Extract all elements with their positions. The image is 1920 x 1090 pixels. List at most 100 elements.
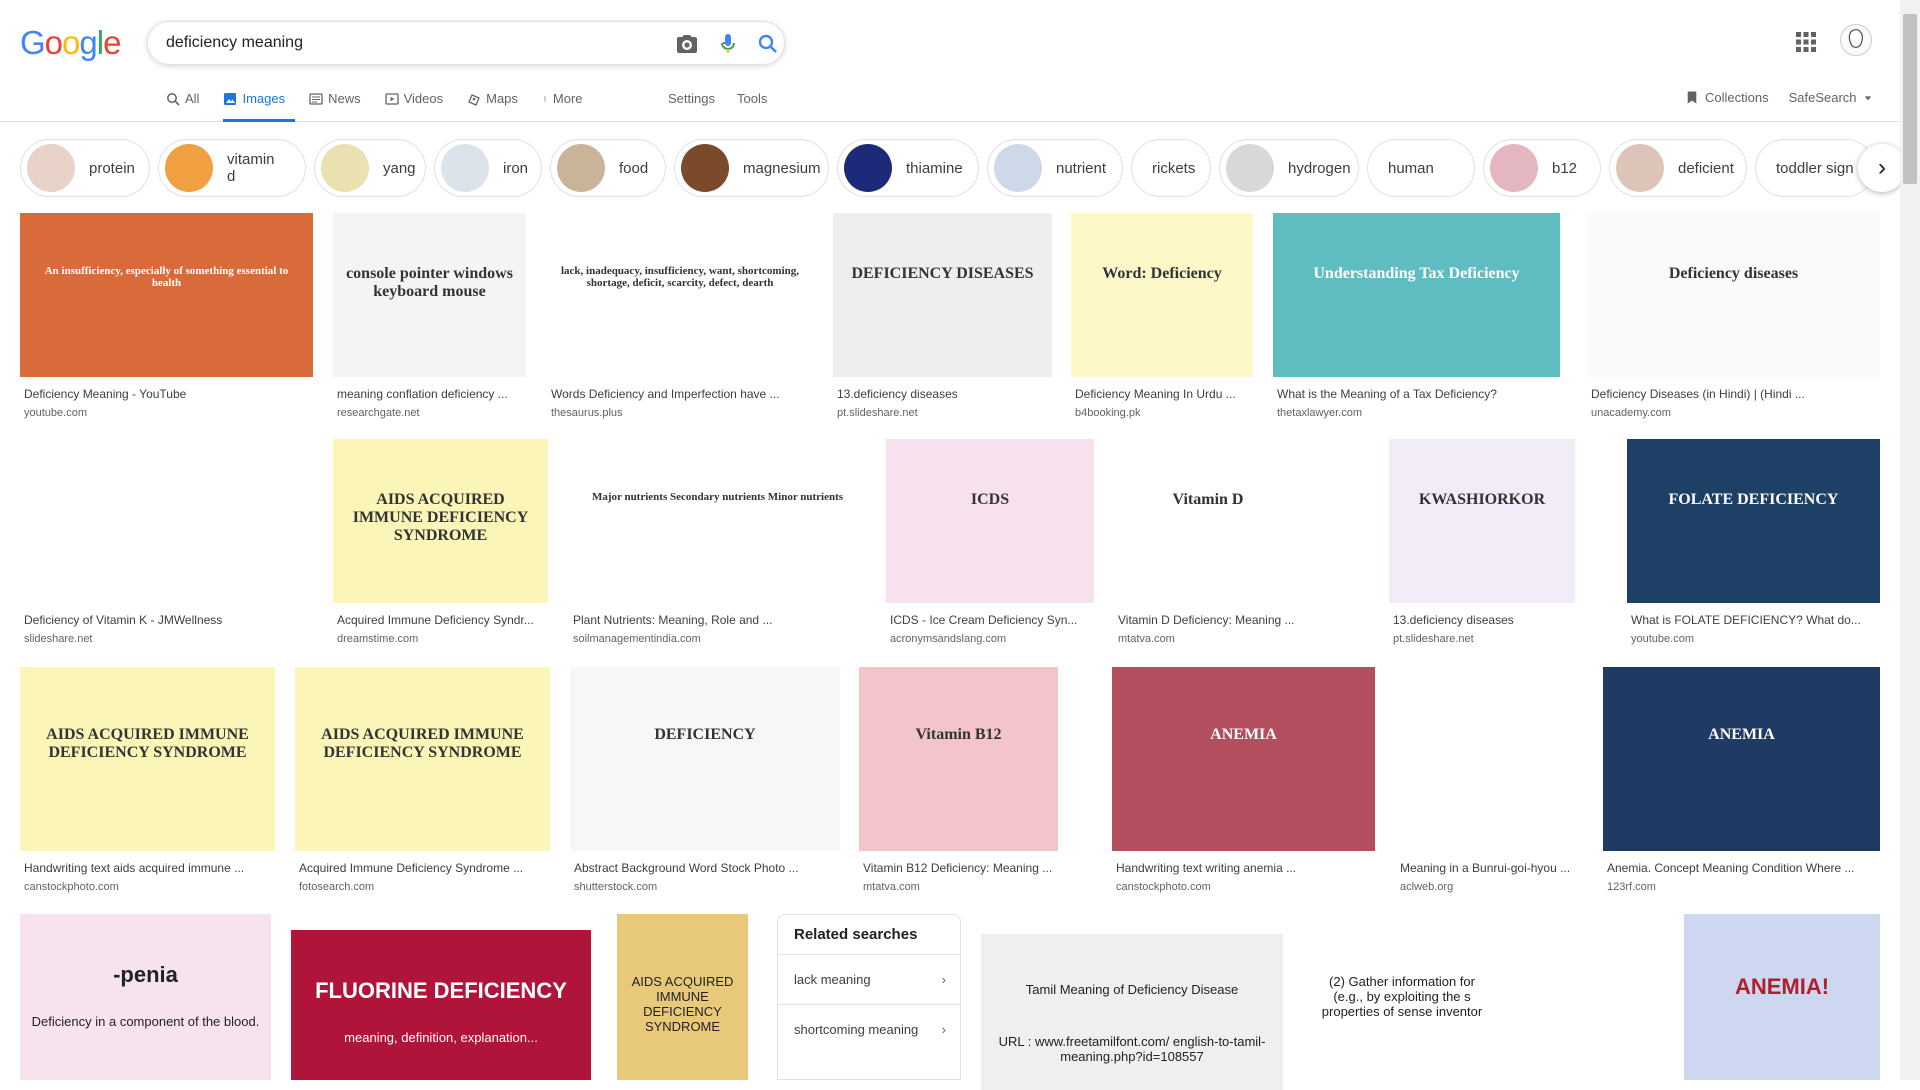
result-title[interactable]: 13.deficiency diseases [1389, 613, 1575, 627]
image-result[interactable]: ANEMIA! [1684, 914, 1880, 1080]
result-source[interactable]: canstockphoto.com [20, 881, 275, 893]
result-title[interactable]: Acquired Immune Deficiency Syndr... [333, 613, 548, 627]
result-title[interactable]: Deficiency Meaning In Urdu ... [1071, 387, 1253, 401]
result-source[interactable]: 123rf.com [1603, 881, 1880, 893]
result-thumbnail[interactable]: Vitamin D [1114, 439, 1302, 603]
result-source[interactable]: pt.slideshare.net [833, 407, 1052, 419]
image-result[interactable]: AIDS ACQUIRED IMMUNE DEFICIENCY SYNDROME… [295, 667, 550, 893]
result-thumbnail[interactable]: DEFICIENCY [570, 667, 840, 851]
result-thumbnail[interactable]: (2) Gather information for (e.g., by exp… [1304, 914, 1500, 1080]
result-thumbnail[interactable]: AIDS ACQUIRED IMMUNE DEFICIENCY SYNDROME [20, 667, 275, 851]
result-thumbnail[interactable]: Vitamin B12 [859, 667, 1058, 851]
image-result[interactable]: DEFICIENCY Abstract Background Word Stock… [570, 667, 840, 893]
result-source[interactable]: canstockphoto.com [1112, 881, 1375, 893]
result-title[interactable]: ICDS - Ice Cream Deficiency Syn... [886, 613, 1094, 627]
result-thumbnail[interactable]: AIDS ACQUIRED IMMUNE DEFICIENCY SYNDROME [333, 439, 548, 603]
result-source[interactable]: unacademy.com [1587, 407, 1880, 419]
result-thumbnail[interactable] [1396, 667, 1582, 851]
result-title[interactable]: Vitamin B12 Deficiency: Meaning ... [859, 861, 1058, 875]
image-result[interactable]: AIDS ACQUIRED IMMUNE DEFICIENCY SYNDROME… [333, 439, 548, 645]
result-source[interactable]: youtube.com [1627, 633, 1880, 645]
image-result[interactable]: Word: Deficiency Deficiency Meaning In Ur… [1071, 213, 1253, 419]
result-source[interactable]: soilmanagementindia.com [569, 633, 866, 645]
result-thumbnail[interactable]: Deficiency diseases [1587, 213, 1880, 377]
result-thumbnail[interactable]: KWASHIORKOR [1389, 439, 1575, 603]
image-result[interactable]: -penia Deficiency in a component of the b… [20, 914, 271, 1080]
image-result[interactable]: FOLATE DEFICIENCY What is FOLATE DEFICIEN… [1627, 439, 1880, 645]
result-source[interactable]: slideshare.net [20, 633, 314, 645]
scrollbar[interactable] [1900, 0, 1920, 1080]
result-title[interactable]: 13.deficiency diseases [833, 387, 1052, 401]
result-source[interactable]: shutterstock.com [570, 881, 840, 893]
image-result[interactable]: AIDS ACQUIRED IMMUNE DEFICIENCY SYNDROME… [20, 667, 275, 893]
scrollbar-thumb[interactable] [1903, 14, 1917, 184]
result-thumbnail[interactable]: ANEMIA [1603, 667, 1880, 851]
image-result[interactable]: ANEMIA Anemia. Concept Meaning Condition … [1603, 667, 1880, 893]
image-result[interactable]: AIDS ACQUIRED IMMUNE DEFICIENCY SYNDROME [617, 914, 748, 1080]
image-result[interactable]: ICDS ICDS - Ice Cream Deficiency Syn... ac… [886, 439, 1094, 645]
result-source[interactable]: aclweb.org [1396, 881, 1582, 893]
image-result[interactable]: ANEMIA Handwriting text writing anemia ..… [1112, 667, 1375, 893]
result-title[interactable]: Abstract Background Word Stock Photo ... [570, 861, 840, 875]
result-title[interactable]: What is the Meaning of a Tax Deficiency? [1273, 387, 1560, 401]
result-source[interactable]: researchgate.net [333, 407, 526, 419]
result-source[interactable]: mtatva.com [859, 881, 1058, 893]
result-thumbnail[interactable]: FOLATE DEFICIENCY [1627, 439, 1880, 603]
result-thumbnail[interactable]: Understanding Tax Deficiency [1273, 213, 1560, 377]
result-title[interactable]: Acquired Immune Deficiency Syndrome ... [295, 861, 550, 875]
result-title[interactable]: Deficiency Meaning - YouTube [20, 387, 313, 401]
result-source[interactable]: pt.slideshare.net [1389, 633, 1575, 645]
related-search-item[interactable]: shortcoming meaning › [778, 1004, 960, 1054]
result-source[interactable]: youtube.com [20, 407, 313, 419]
image-result[interactable]: Meaning in a Bunrui-goi-hyou ... aclweb.o… [1396, 667, 1582, 893]
result-source[interactable]: thetaxlawyer.com [1273, 407, 1560, 419]
result-source[interactable]: b4booking.pk [1071, 407, 1253, 419]
image-result[interactable]: (2) Gather information for (e.g., by exp… [1304, 914, 1500, 1080]
image-result[interactable] [1518, 914, 1664, 1080]
image-result[interactable]: DEFICIENCY DISEASES 13.deficiency disease… [833, 213, 1052, 419]
result-title[interactable]: meaning conflation deficiency ... [333, 387, 526, 401]
result-thumbnail[interactable] [1518, 914, 1664, 1080]
result-thumbnail[interactable] [20, 439, 314, 603]
image-result[interactable]: Major nutrients Secondary nutrients Mino… [569, 439, 866, 645]
result-thumbnail[interactable]: AIDS ACQUIRED IMMUNE DEFICIENCY SYNDROME [295, 667, 550, 851]
result-title[interactable]: Anemia. Concept Meaning Condition Where … [1603, 861, 1880, 875]
result-title[interactable]: What is FOLATE DEFICIENCY? What do... [1627, 613, 1880, 627]
result-title[interactable]: Meaning in a Bunrui-goi-hyou ... [1396, 861, 1582, 875]
result-thumbnail[interactable]: An insufficiency, especially of somethin… [20, 213, 313, 377]
result-source[interactable]: thesaurus.plus [547, 407, 813, 419]
result-thumbnail[interactable]: Word: Deficiency [1071, 213, 1253, 377]
result-source[interactable]: mtatva.com [1114, 633, 1302, 645]
image-result[interactable]: Deficiency of Vitamin K - JMWellness slid… [20, 439, 314, 645]
image-result[interactable]: Deficiency diseases Deficiency Diseases (… [1587, 213, 1880, 419]
result-thumbnail[interactable]: AIDS ACQUIRED IMMUNE DEFICIENCY SYNDROME [617, 914, 748, 1080]
image-result[interactable]: Understanding Tax Deficiency What is the … [1273, 213, 1560, 419]
image-result[interactable]: Vitamin D Vitamin D Deficiency: Meaning .… [1114, 439, 1302, 645]
result-thumbnail[interactable]: Tamil Meaning of Deficiency Disease URL :… [981, 934, 1283, 1090]
result-thumbnail[interactable]: ANEMIA! [1684, 914, 1880, 1080]
result-title[interactable]: Plant Nutrients: Meaning, Role and ... [569, 613, 866, 627]
result-source[interactable]: dreamstime.com [333, 633, 548, 645]
result-source[interactable]: acronymsandslang.com [886, 633, 1094, 645]
result-thumbnail[interactable]: DEFICIENCY DISEASES [833, 213, 1052, 377]
result-thumbnail[interactable]: lack, inadequacy, insufficiency, want, s… [547, 213, 813, 377]
related-search-item[interactable]: lack meaning › [778, 954, 960, 1004]
result-thumbnail[interactable]: FLUORINE DEFICIENCY meaning, definition, … [291, 930, 591, 1080]
result-title[interactable]: Vitamin D Deficiency: Meaning ... [1114, 613, 1302, 627]
image-result[interactable]: An insufficiency, especially of somethin… [20, 213, 313, 419]
result-source[interactable]: fotosearch.com [295, 881, 550, 893]
image-result[interactable]: Vitamin B12 Vitamin B12 Deficiency: Meani… [859, 667, 1058, 893]
image-result[interactable]: Tamil Meaning of Deficiency Disease URL :… [981, 934, 1283, 1090]
result-title[interactable]: Words Deficiency and Imperfection have .… [547, 387, 813, 401]
image-result[interactable]: lack, inadequacy, insufficiency, want, s… [547, 213, 813, 419]
result-title[interactable]: Handwriting text writing anemia ... [1112, 861, 1375, 875]
result-thumbnail[interactable]: ICDS [886, 439, 1094, 603]
result-thumbnail[interactable]: -penia Deficiency in a component of the b… [20, 914, 271, 1080]
result-thumbnail[interactable]: ANEMIA [1112, 667, 1375, 851]
image-result[interactable]: KWASHIORKOR 13.deficiency diseases pt.slid… [1389, 439, 1575, 645]
result-thumbnail[interactable]: Major nutrients Secondary nutrients Mino… [569, 439, 866, 603]
result-title[interactable]: Deficiency Diseases (in Hindi) | (Hindi … [1587, 387, 1880, 401]
image-result[interactable]: FLUORINE DEFICIENCY meaning, definition, … [291, 930, 591, 1080]
result-title[interactable]: Deficiency of Vitamin K - JMWellness [20, 613, 314, 627]
image-result[interactable]: console pointer windows keyboard mouse me… [333, 213, 526, 419]
